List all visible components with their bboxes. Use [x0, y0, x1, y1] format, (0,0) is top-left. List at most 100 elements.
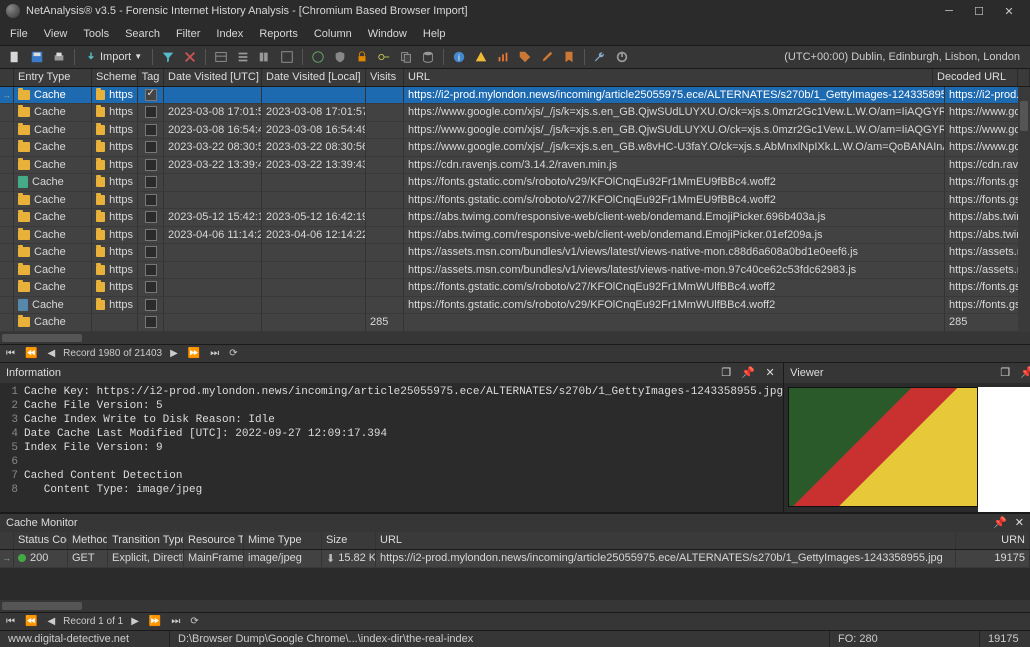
chart-icon[interactable]	[494, 48, 512, 66]
col-entry-type[interactable]: Entry Type	[14, 69, 92, 86]
nav-prevpage-icon[interactable]: ⏪	[23, 616, 39, 627]
funnel-icon[interactable]	[159, 48, 177, 66]
col-visits[interactable]: Visits	[366, 69, 404, 86]
panel-close-icon[interactable]: ✕	[763, 366, 777, 380]
cache-monitor-grid: Status Code Method Transition Type Resou…	[0, 532, 1030, 630]
window-restore-icon[interactable]: ❐	[998, 366, 1012, 380]
grid-row[interactable]: Cache285285	[0, 314, 1030, 332]
nav-last-icon[interactable]: ⏭	[208, 348, 221, 359]
col-mime[interactable]: Mime Type	[244, 532, 322, 549]
col-date-local[interactable]: Date Visited [Local]	[262, 69, 366, 86]
warning-icon[interactable]	[472, 48, 490, 66]
lock-icon[interactable]	[353, 48, 371, 66]
menu-tools[interactable]: Tools	[83, 28, 109, 40]
nav-last-icon[interactable]: ⏭	[169, 616, 182, 627]
menu-reports[interactable]: Reports	[259, 28, 298, 40]
grid-row[interactable]: Cachehttps2023-04-06 11:14:22.0002023-04…	[0, 227, 1030, 245]
horizontal-scrollbar[interactable]	[0, 332, 1030, 344]
pin-icon[interactable]: 📌	[993, 516, 1007, 529]
shield-icon[interactable]	[331, 48, 349, 66]
col-url[interactable]: URL	[404, 69, 933, 86]
col-size[interactable]: Size	[322, 532, 376, 549]
pin-icon[interactable]: 📌	[1020, 366, 1030, 380]
panel-close-icon[interactable]: ✕	[1015, 516, 1024, 529]
col-cm-url[interactable]: URL	[376, 532, 956, 549]
tag-icon[interactable]	[516, 48, 534, 66]
grid-row[interactable]: Cachehttps2023-03-08 16:54:49.0002023-03…	[0, 122, 1030, 140]
detail-icon[interactable]	[278, 48, 296, 66]
nav-nextpage-icon[interactable]: ⏩	[147, 616, 163, 627]
nav-prev-icon[interactable]: ◀	[45, 348, 57, 359]
print-icon[interactable]	[50, 48, 68, 66]
save-icon[interactable]	[28, 48, 46, 66]
pin-icon[interactable]: 📌	[741, 366, 755, 380]
col-scheme[interactable]: Scheme	[92, 69, 138, 86]
import-button[interactable]: Import ▼	[81, 51, 146, 63]
grid-row[interactable]: Cachehttps2023-03-22 13:39:43.0002023-03…	[0, 157, 1030, 175]
window-restore-icon[interactable]: ❐	[719, 366, 733, 380]
col-tag[interactable]: Tag	[138, 69, 164, 86]
col-urn[interactable]: URN	[956, 532, 1030, 549]
grid-row[interactable]: Cachehttpshttps://fonts.gstatic.com/s/ro…	[0, 279, 1030, 297]
cache-monitor-title: Cache Monitor	[6, 517, 78, 529]
close-button[interactable]: ✕	[994, 1, 1024, 21]
grid-row[interactable]: Cachehttpshttps://fonts.gstatic.com/s/ro…	[0, 192, 1030, 210]
col-method[interactable]: Method	[68, 532, 108, 549]
grid-row[interactable]: Cachehttps2023-03-08 17:01:57.0002023-03…	[0, 104, 1030, 122]
database-icon[interactable]	[419, 48, 437, 66]
grid-row[interactable]: Cachehttpshttps://fonts.gstatic.com/s/ro…	[0, 174, 1030, 192]
nav-first-icon[interactable]: ⏮	[4, 616, 17, 627]
key-icon[interactable]	[375, 48, 393, 66]
menu-view[interactable]: View	[44, 28, 68, 40]
col-decoded-url[interactable]: Decoded URL	[933, 69, 1018, 86]
nav-prevpage-icon[interactable]: ⏪	[23, 348, 39, 359]
bookmark-icon[interactable]	[560, 48, 578, 66]
info-icon[interactable]: i	[450, 48, 468, 66]
maximize-button[interactable]: ☐	[964, 1, 994, 21]
grid-row[interactable]: Cachehttps2023-05-12 15:42:19.0002023-05…	[0, 209, 1030, 227]
menu-search[interactable]: Search	[125, 28, 160, 40]
grid-row[interactable]: Cachehttps2023-03-22 08:30:56.0002023-03…	[0, 139, 1030, 157]
grid-row[interactable]: Cachehttpshttps://fonts.gstatic.com/s/ro…	[0, 297, 1030, 315]
list-icon[interactable]	[234, 48, 252, 66]
col-status[interactable]: Status Code	[14, 532, 68, 549]
menu-window[interactable]: Window	[368, 28, 407, 40]
globe-icon[interactable]	[309, 48, 327, 66]
nav-prev-icon[interactable]: ◀	[45, 616, 57, 627]
grid-row[interactable]: →Cachehttpshttps://i2-prod.mylondon.news…	[0, 87, 1030, 105]
toolbar: Import ▼ i (UTC+00:00) Dublin, Edinburgh…	[0, 46, 1030, 69]
nav-refresh-icon[interactable]: ⟳	[227, 348, 239, 359]
vertical-scrollbar[interactable]	[1018, 87, 1030, 332]
menu-filter[interactable]: Filter	[176, 28, 200, 40]
edit-icon[interactable]	[538, 48, 556, 66]
col-transition[interactable]: Transition Type	[108, 532, 184, 549]
minimize-button[interactable]: ─	[934, 1, 964, 21]
cache-row[interactable]: → 200 GET Explicit, DirectLoad MainFrame…	[0, 550, 1030, 568]
statusbar: www.digital-detective.net D:\Browser Dum…	[0, 630, 1030, 647]
col-resource[interactable]: Resource Type	[184, 532, 244, 549]
menu-help[interactable]: Help	[423, 28, 446, 40]
horizontal-scrollbar[interactable]	[0, 600, 1030, 612]
menu-index[interactable]: Index	[216, 28, 243, 40]
menu-column[interactable]: Column	[314, 28, 352, 40]
nav-nextpage-icon[interactable]: ⏩	[186, 348, 202, 359]
viewer-blank-area	[978, 387, 1030, 512]
nav-refresh-icon[interactable]: ⟳	[188, 616, 200, 627]
menu-file[interactable]: File	[10, 28, 28, 40]
import-label: Import	[100, 51, 131, 63]
new-icon[interactable]	[6, 48, 24, 66]
copy-icon[interactable]	[397, 48, 415, 66]
columns-icon[interactable]	[256, 48, 274, 66]
clear-filter-icon[interactable]	[181, 48, 199, 66]
power-icon[interactable]	[613, 48, 631, 66]
main-grid: Entry Type Scheme Tag Date Visited [UTC]…	[0, 69, 1030, 363]
grid-row[interactable]: Cachehttpshttps://assets.msn.com/bundles…	[0, 244, 1030, 262]
wrench-icon[interactable]	[591, 48, 609, 66]
col-date-utc[interactable]: Date Visited [UTC]	[164, 69, 262, 86]
cache-navigator: ⏮ ⏪ ◀ Record 1 of 1 ▶ ⏩ ⏭ ⟳	[0, 612, 1030, 630]
grid-row[interactable]: Cachehttpshttps://assets.msn.com/bundles…	[0, 262, 1030, 280]
nav-next-icon[interactable]: ▶	[129, 616, 141, 627]
nav-next-icon[interactable]: ▶	[168, 348, 180, 359]
grid-icon[interactable]	[212, 48, 230, 66]
nav-first-icon[interactable]: ⏮	[4, 348, 17, 359]
